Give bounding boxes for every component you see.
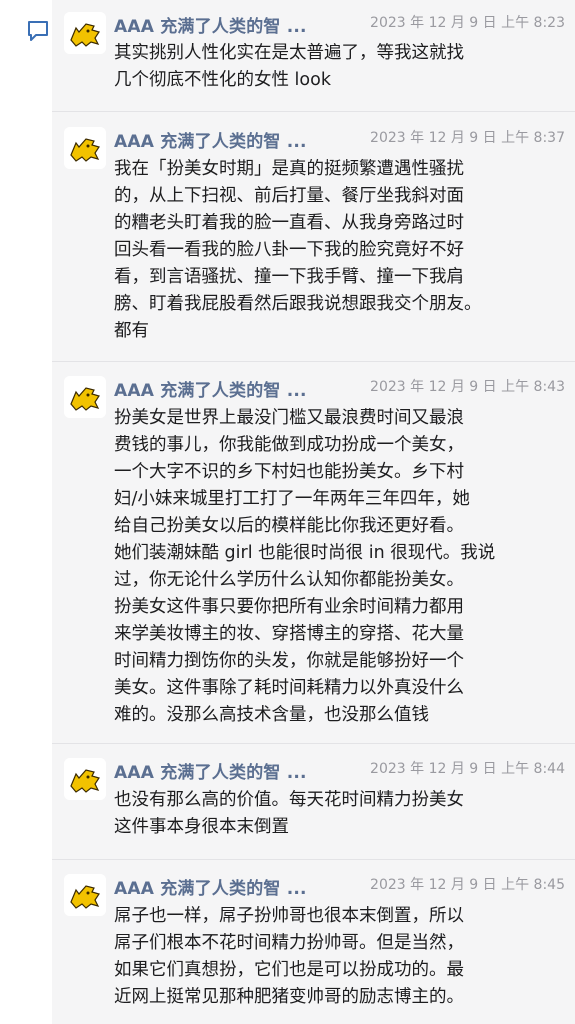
yellow-cat-avatar-icon[interactable] <box>64 12 106 54</box>
divider <box>52 743 575 744</box>
author-name[interactable]: AAA 充满了人类的智 ... <box>114 758 307 783</box>
message-feed: AAA 充满了人类的智 ... 2023 年 12 月 9 日 上午 8:23 … <box>52 0 575 1024</box>
message-text: 扮美女是世界上最没门槛又最浪费时间又最浪 费钱的事儿，你我能做到成功扮成一个美女… <box>114 408 496 725</box>
author-name[interactable]: AAA 充满了人类的智 ... <box>114 376 307 401</box>
author-name[interactable]: AAA 充满了人类的智 ... <box>114 874 307 899</box>
timestamp: 2023 年 12 月 9 日 上午 8:37 <box>370 130 565 146</box>
message-text: 其实挑别人性化实在是太普遍了，等我这就找 几个彻底不性化的女性 look <box>114 43 464 90</box>
left-rail <box>0 0 58 1024</box>
yellow-cat-avatar-icon[interactable] <box>64 127 106 169</box>
comment-icon[interactable] <box>26 20 50 42</box>
message-text: 屌子也一样，屌子扮帅哥也很本末倒置，所以 屌子们根本不花时间精力扮帅哥。但是当然… <box>114 906 464 1007</box>
timestamp: 2023 年 12 月 9 日 上午 8:45 <box>370 877 565 893</box>
message-text: 也没有那么高的价值。每天花时间精力扮美女 这件事本身很本末倒置 <box>114 790 464 837</box>
timestamp: 2023 年 12 月 9 日 上午 8:44 <box>370 761 565 777</box>
yellow-cat-avatar-icon[interactable] <box>64 376 106 418</box>
yellow-cat-avatar-icon[interactable] <box>64 874 106 916</box>
divider <box>52 859 575 860</box>
divider <box>52 361 575 362</box>
author-name[interactable]: AAA 充满了人类的智 ... <box>114 12 307 37</box>
message-text: 我在「扮美女时期」是真的挺频繁遭遇性骚扰 的，从上下扫视、前后打量、餐厅坐我斜对… <box>114 159 482 341</box>
timestamp: 2023 年 12 月 9 日 上午 8:23 <box>370 15 565 31</box>
divider <box>52 111 575 112</box>
author-name[interactable]: AAA 充满了人类的智 ... <box>114 127 307 152</box>
timestamp: 2023 年 12 月 9 日 上午 8:43 <box>370 379 565 395</box>
yellow-cat-avatar-icon[interactable] <box>64 758 106 800</box>
